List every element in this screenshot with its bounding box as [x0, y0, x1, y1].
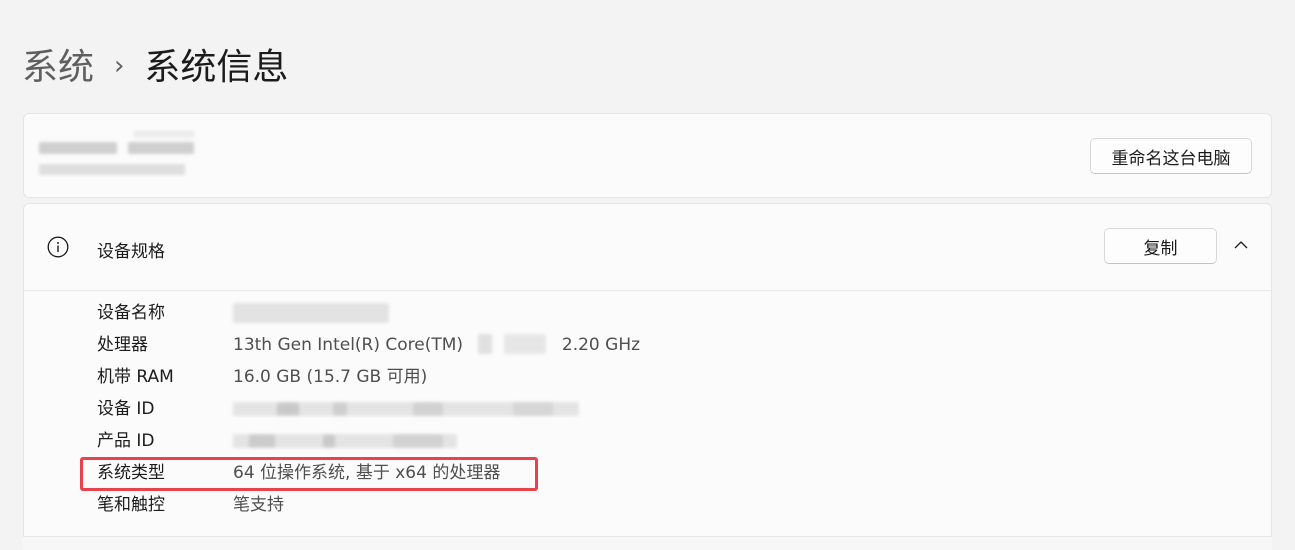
- processor-name: 13th Gen Intel(R) Core(TM): [233, 335, 464, 355]
- spec-key: 设备名称: [97, 303, 165, 323]
- device-specs-title: 设备规格: [97, 242, 165, 262]
- spec-row-device-id: 设备 ID: [97, 395, 579, 423]
- spec-row-ram: 机带 RAM 16.0 GB (15.7 GB 可用): [97, 363, 427, 391]
- pc-name-card: 重命名这台电脑: [23, 113, 1272, 198]
- spec-key: 设备 ID: [97, 399, 155, 419]
- next-card-edge: [23, 536, 1272, 550]
- rename-pc-button[interactable]: 重命名这台电脑: [1090, 138, 1252, 174]
- copy-button[interactable]: 复制: [1104, 228, 1217, 264]
- page-title: 系统信息: [144, 47, 289, 88]
- spec-key: 笔和触控: [97, 495, 165, 515]
- chevron-up-icon[interactable]: [1233, 239, 1249, 251]
- spec-key: 产品 ID: [97, 431, 155, 451]
- spec-row-processor: 处理器 13th Gen Intel(R) Core(TM) 2.20 GHz: [97, 331, 640, 359]
- processor-redacted: [478, 334, 548, 354]
- spec-key: 机带 RAM: [97, 367, 174, 387]
- breadcrumb-parent-system[interactable]: 系统: [22, 44, 94, 92]
- processor-speed: 2.20 GHz: [561, 335, 641, 355]
- spec-row-product-id: 产品 ID: [97, 427, 457, 455]
- spec-row-pen-touch: 笔和触控 笔支持: [97, 491, 284, 519]
- spec-row-device-name: 设备名称: [97, 299, 389, 327]
- spec-value: 13th Gen Intel(R) Core(TM) 2.20 GHz: [233, 331, 640, 359]
- info-icon: [47, 236, 69, 258]
- breadcrumb-separator-icon: ›: [114, 51, 125, 81]
- device-specs-header[interactable]: 设备规格 复制: [24, 204, 1271, 291]
- breadcrumb: 系统 › 系统信息: [22, 44, 288, 92]
- spec-value: 16.0 GB (15.7 GB 可用): [233, 367, 428, 387]
- spec-value: 笔支持: [233, 495, 284, 515]
- spec-key: 处理器: [97, 335, 148, 355]
- highlight-annotation: [80, 457, 538, 491]
